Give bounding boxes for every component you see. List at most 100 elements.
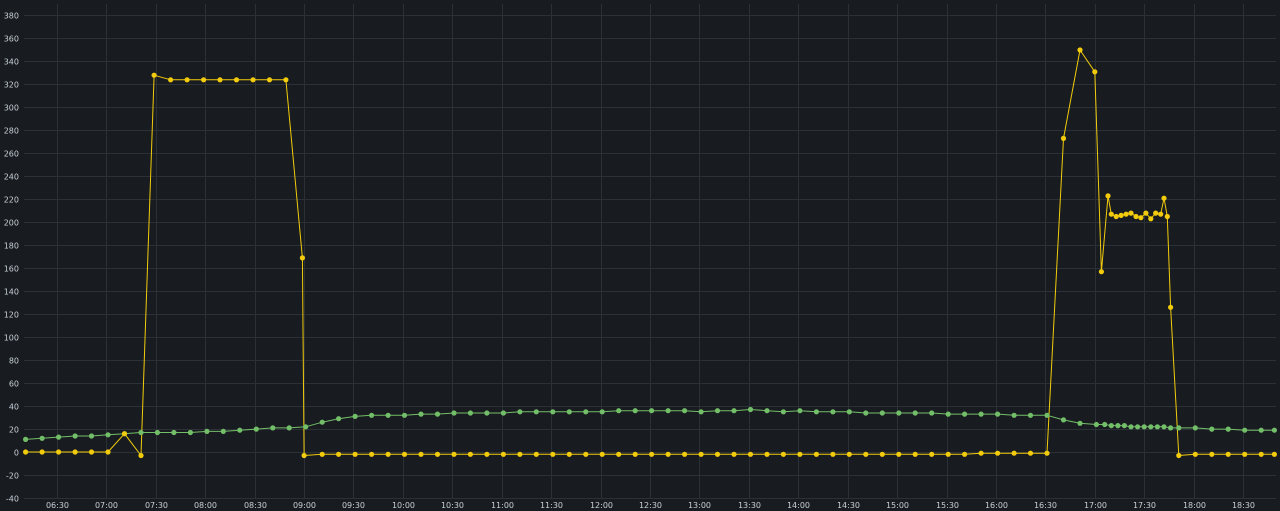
data-point <box>912 451 918 457</box>
data-point <box>1092 69 1098 75</box>
data-point <box>154 429 160 436</box>
data-point <box>369 451 375 457</box>
data-point <box>945 451 951 457</box>
data-point <box>896 410 902 416</box>
data-point <box>319 451 325 457</box>
data-point <box>484 410 490 416</box>
data-point <box>649 451 655 457</box>
y-tick-label: 0 <box>14 449 19 458</box>
data-point <box>1225 426 1231 432</box>
data-point <box>1242 427 1248 433</box>
data-point <box>1176 452 1182 459</box>
x-tick-label: 13:30 <box>738 501 761 510</box>
data-point <box>270 425 276 431</box>
data-point <box>962 451 968 457</box>
data-point <box>1258 451 1264 457</box>
data-point <box>401 412 408 418</box>
data-point <box>929 451 935 457</box>
data-point <box>138 429 144 436</box>
data-point <box>1153 210 1159 216</box>
data-point <box>451 410 457 416</box>
data-point <box>1108 211 1114 217</box>
x-tick-label: 18:00 <box>1183 501 1206 510</box>
data-point <box>1138 215 1144 221</box>
data-point <box>1123 211 1129 217</box>
data-point <box>467 451 473 457</box>
data-point <box>1148 424 1154 430</box>
y-tick-label: 340 <box>4 58 19 67</box>
data-point <box>1060 135 1067 141</box>
data-point <box>1098 269 1104 275</box>
data-point <box>566 409 572 415</box>
data-point <box>1060 417 1067 423</box>
y-tick-label: 320 <box>4 81 19 90</box>
data-point <box>665 451 671 457</box>
data-point <box>1168 425 1174 431</box>
x-tick-label: 14:30 <box>837 501 860 510</box>
data-point <box>1027 450 1034 456</box>
data-point <box>1158 211 1164 217</box>
data-point <box>385 412 391 418</box>
data-point <box>467 410 473 416</box>
data-point <box>217 77 223 83</box>
y-tick-label: 360 <box>4 35 19 44</box>
x-tick-label: 06:30 <box>46 501 69 510</box>
data-point <box>813 451 820 457</box>
data-point <box>1093 421 1099 428</box>
data-point <box>352 413 358 419</box>
data-point <box>39 435 45 441</box>
data-point <box>863 410 869 416</box>
data-point <box>978 450 984 456</box>
data-point <box>1154 424 1160 430</box>
x-tick-label: 09:00 <box>293 501 316 510</box>
data-point <box>682 451 688 457</box>
y-tick-label: 40 <box>9 403 19 412</box>
data-point <box>995 450 1001 456</box>
y-tick-label: 200 <box>4 219 19 228</box>
data-point <box>39 449 45 455</box>
x-tick-label: 07:30 <box>145 501 168 510</box>
data-point <box>945 411 951 417</box>
x-tick-label: 16:00 <box>985 501 1008 510</box>
x-tick-label: 13:00 <box>688 501 711 510</box>
data-point <box>632 408 638 414</box>
data-point <box>550 409 556 415</box>
data-point <box>1121 423 1127 429</box>
y-tick-label: 180 <box>4 242 19 251</box>
data-point <box>764 408 770 414</box>
chart-canvas: -40 -20 0 20 40 60 80 100 120 140 160 180 200 220 240 2… <box>4 4 1277 510</box>
data-point <box>283 77 289 83</box>
data-point <box>1143 210 1149 216</box>
data-point <box>714 451 721 457</box>
data-point <box>616 451 622 457</box>
data-point <box>401 451 408 457</box>
data-point <box>88 433 95 439</box>
data-point <box>550 451 556 457</box>
data-point <box>1135 424 1141 430</box>
y-tick-label: 260 <box>4 150 19 159</box>
data-point <box>1077 420 1083 426</box>
data-point <box>1115 423 1121 429</box>
data-point <box>879 451 885 457</box>
data-point <box>1077 47 1083 53</box>
y-axis-tick-labels: -40 -20 0 20 40 60 80 100 120 140 160 180 200 220 240 2… <box>4 12 19 504</box>
data-point <box>204 428 210 434</box>
data-point <box>1258 427 1264 433</box>
data-point <box>846 451 852 457</box>
data-point <box>599 451 605 457</box>
data-point <box>1102 421 1108 428</box>
x-tick-label: 17:00 <box>1084 501 1107 510</box>
x-tick-label: 09:30 <box>342 501 365 510</box>
data-point <box>418 411 424 417</box>
data-point <box>201 77 207 83</box>
data-point <box>665 408 671 414</box>
y-tick-label: 160 <box>4 265 19 274</box>
data-point <box>500 410 506 416</box>
y-tick-label: 60 <box>9 380 19 389</box>
data-point <box>220 428 226 434</box>
data-point <box>72 433 78 439</box>
data-point <box>105 449 111 455</box>
data-point <box>649 408 655 414</box>
data-point <box>780 409 787 415</box>
data-point <box>632 451 638 457</box>
